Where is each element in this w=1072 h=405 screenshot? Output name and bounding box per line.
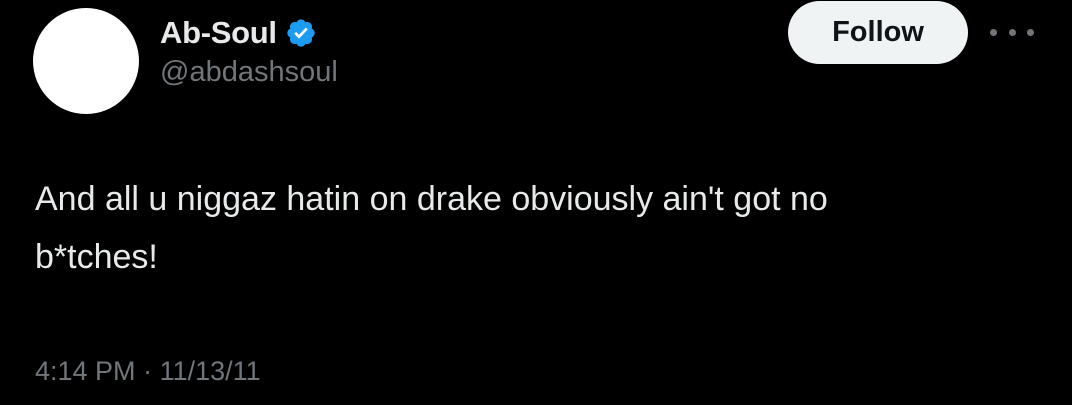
more-dot	[1027, 28, 1034, 36]
author-name-row: Ab-Soul	[160, 12, 317, 54]
tweet-text-line-2: b*tches!	[35, 238, 158, 276]
meta-separator: ·	[143, 356, 153, 386]
tweet-text-line-1: And all u niggaz hatin on drake obviousl…	[35, 180, 828, 218]
author-handle[interactable]: @abdashsoul	[160, 56, 338, 89]
more-options-icon[interactable]	[990, 20, 1034, 44]
follow-button[interactable]: Follow	[788, 1, 968, 64]
author-display-name[interactable]: Ab-Soul	[160, 15, 277, 51]
tweet-meta: 4:14 PM · 11/13/11	[35, 356, 261, 387]
more-dot	[990, 28, 997, 36]
avatar[interactable]	[33, 8, 139, 114]
tweet-text: And all u niggaz hatin on drake obviousl…	[35, 170, 1035, 286]
verified-badge-icon	[285, 17, 317, 49]
tweet-time[interactable]: 4:14 PM	[35, 356, 136, 386]
tweet-date[interactable]: 11/13/11	[160, 356, 261, 386]
more-dot	[1008, 28, 1016, 36]
